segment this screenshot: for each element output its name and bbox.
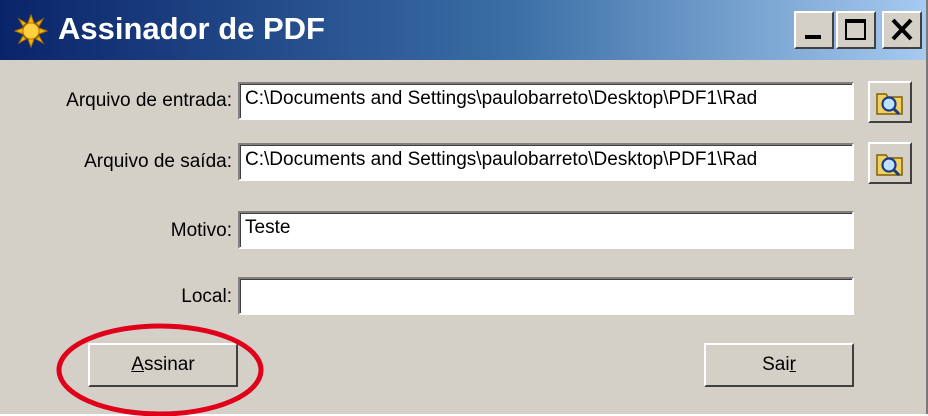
app-window: Assinador de PDF Arquivo de entrada: C:\… [0,0,928,416]
reason-field[interactable]: Teste [238,211,854,249]
close-button[interactable] [882,11,922,49]
exit-mnemonic: r [789,354,796,375]
folder-search-icon [876,93,903,116]
browse-output-button[interactable] [868,142,912,184]
location-label: Local: [181,286,232,307]
sun-icon [14,14,48,48]
minimize-icon [805,35,821,39]
exit-button[interactable]: Sair [704,343,854,387]
maximize-icon [845,19,866,40]
window-title: Assinador de PDF [58,11,325,46]
title-bar[interactable]: Assinador de PDF [0,0,926,60]
location-field[interactable] [238,277,854,315]
close-icon [891,18,913,41]
browse-input-button[interactable] [868,81,912,123]
maximize-button[interactable] [836,11,876,49]
folder-search-icon [876,154,903,177]
output-file-label: Arquivo de saída: [84,151,232,172]
output-file-field[interactable]: C:\Documents and Settings\paulobarreto\D… [238,143,854,181]
input-file-field[interactable]: C:\Documents and Settings\paulobarreto\D… [238,82,854,120]
minimize-button[interactable] [794,11,834,49]
annotation-circle [56,323,264,416]
input-file-label: Arquivo de entrada: [66,90,232,111]
reason-label: Motivo: [170,220,232,241]
exit-label-prefix: Sai [762,354,790,375]
